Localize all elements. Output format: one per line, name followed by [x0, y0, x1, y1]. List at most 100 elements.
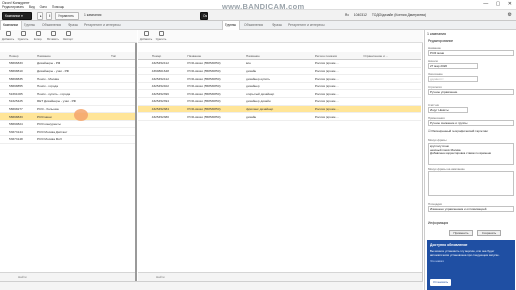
group-table-row[interactable]: 4325452402 РСЯ-связи (5585/0850) дизайнер Р… [138, 82, 421, 91]
delete-group-button[interactable]: Удалить [154, 31, 168, 41]
group-table-cell [138, 74, 151, 83]
start-date-input[interactable]: 27 мар 2020 [428, 63, 478, 69]
campaign-table-row[interactable]: 53673148 РСЯ Москва Моб [0, 135, 135, 144]
mid-tab-ads[interactable]: Объявления [242, 21, 268, 30]
menu-view[interactable]: Вид [29, 5, 35, 9]
add-campaign-button[interactable]: Добавить [1, 31, 15, 41]
pause-icon[interactable]: ‖ [46, 11, 52, 20]
campaign-table-cell: Поиск - купить - города [36, 89, 110, 99]
group-column-header[interactable]: Регион показов [313, 52, 363, 61]
whats-new-link[interactable]: Что нового [430, 259, 512, 263]
install-update-button[interactable]: Установить [430, 279, 452, 286]
menu-edit[interactable]: Редактировать [2, 5, 24, 9]
group-column-header[interactable] [138, 52, 151, 61]
placements-input[interactable]: Изменено управлением и оптимизацией [428, 206, 514, 212]
campaign-table-cell [110, 74, 135, 83]
plus-icon [143, 31, 149, 36]
counter-select[interactable]: Ищут Никиты [428, 107, 468, 113]
group-column-header[interactable]: Название [245, 52, 314, 61]
close-icon[interactable]: ✕ [508, 1, 512, 7]
campaigns-dropdown[interactable]: Кампании ▾ [2, 11, 32, 20]
mid-tab-phrases[interactable]: Фразы [270, 21, 284, 30]
strategy-select[interactable]: Ручное управление [428, 89, 514, 95]
campaign-table-row[interactable]: 58698277 РСЯ - большие [0, 105, 135, 114]
tab-campaigns[interactable]: Кампании [0, 21, 22, 30]
update-notification: Доступно обновление Вы можете установить… [427, 240, 515, 290]
tab-ads[interactable]: Объявления [40, 21, 64, 30]
campaign-column-header[interactable]: Номер [8, 52, 36, 61]
campaign-table-cell: 51661005 [8, 89, 36, 99]
campaign-table-cell [110, 105, 135, 114]
campaign-column-header[interactable]: Тип [110, 52, 135, 61]
left-search-footer[interactable]: Найти [0, 272, 135, 281]
group-table-row[interactable]: 4325452412 РСЯ-связи (5585/0850) все Россия… [138, 59, 421, 68]
user-name[interactable]: ТОДО/дизайн (Ксения Дмитриева) [372, 13, 426, 17]
save-button[interactable]: Сохранить [477, 230, 501, 236]
geo-targeting-checkbox[interactable]: ☑ Расширенный географический таргетинг [428, 129, 488, 133]
group-table-row[interactable]: 4325452380 РСЯ-связи (5585/0850) дизайн Рос… [138, 112, 421, 121]
campaign-table-row[interactable]: 58699824 РСЯ конкуренты [0, 120, 135, 129]
campaign-table-row[interactable]: 58696833 Дизайнеры - РФ [0, 59, 135, 68]
group-table-row[interactable]: 4325452412 РСЯ-связи (5585/0850) дизайнер-… [138, 74, 421, 83]
campaign-table-cell: Поиск - Москва [36, 74, 110, 83]
campaign-column-header[interactable] [0, 52, 8, 61]
copy-campaign-button[interactable]: Копир. [31, 31, 45, 41]
campaign-table-row[interactable]: 58698835 Поиск - Москва [0, 74, 135, 83]
campaign-table-row[interactable]: 51625425 RET Дизайнеры - узки - РФ [0, 97, 135, 106]
groups-table: Номер Название Название Регион показов Огран… [138, 52, 421, 121]
menu-window[interactable]: Окно [40, 5, 47, 9]
group-header-row: Номер Название Название Регион показов Огран… [138, 52, 421, 61]
group-table-row[interactable]: 4325452396 РСЯ-связи (5585/0850) открытый … [138, 89, 421, 99]
manage-button[interactable]: Управлять ▾ [55, 11, 79, 24]
notes-input[interactable]: Ручное снижение и группы [428, 120, 514, 126]
mid-tab-retargeting[interactable]: Ретаргетинг и интересы [286, 21, 341, 30]
maximize-icon[interactable]: ▢ [496, 1, 501, 7]
add-group-button[interactable]: Добавить [139, 31, 153, 41]
group-table-cell: 4325452384 [150, 105, 187, 114]
group-table-row[interactable]: 4325452384 РСЯ-связи (5585/0850) фриланс д… [138, 105, 421, 114]
menu-help[interactable]: Помощь [52, 5, 64, 9]
copy-icon [35, 31, 41, 36]
extra-phrases-input[interactable] [428, 171, 514, 196]
campaign-table-cell: 58698855 [8, 82, 36, 91]
campaign-table-row[interactable]: 53673144 РСЯ Москва Дистант [0, 127, 135, 137]
group-table-cell: Россия (кроме ... [313, 74, 363, 83]
group-table-row[interactable]: 4369801648 РСЯ-связи (5585/0850) дизайн Рос… [138, 67, 421, 76]
group-table-cell: дизайнер дизайн [245, 97, 314, 106]
tab-groups[interactable]: Группы [22, 21, 39, 30]
tab-retargeting[interactable]: Ретаргетинг и интересы [82, 21, 137, 30]
delete-campaign-button[interactable]: Удалить [16, 31, 30, 41]
group-column-header[interactable]: Ограничение и ... [362, 52, 421, 61]
campaign-table-row[interactable]: 51661005 Поиск - купить - города [0, 89, 135, 99]
campaign-table-cell [0, 67, 8, 76]
group-table-row[interactable]: 4325452394 РСЯ-связи (5585/0850) дизайнер … [138, 97, 421, 106]
campaign-table-row[interactable]: 58698855 Поиск - города [0, 82, 135, 91]
group-column-header[interactable]: Название [186, 52, 246, 61]
export-campaign-button[interactable]: Экспорт [61, 31, 75, 41]
campaign-table-row[interactable]: 58698833 РСЯ мини [0, 112, 135, 121]
campaign-table-cell: РСЯ мини [36, 112, 110, 121]
play-icon[interactable]: ▸ [37, 11, 43, 20]
minus-phrases-label: Минус-фразы [428, 138, 447, 142]
mid-tab-groups[interactable]: Группы [222, 21, 240, 30]
group-table-cell [362, 89, 421, 99]
group-table-cell: Россия (кроме ... [313, 82, 363, 91]
group-table-cell: фриланс дизайнер [245, 105, 314, 114]
mid-search-footer[interactable]: Найти [138, 272, 422, 281]
ok-button[interactable]: Ок [200, 11, 208, 20]
minus-phrases-input[interactable]: круглосуточно неясный поиск Москва Добав… [428, 143, 514, 165]
campaign-table-cell: РСЯ конкуренты [36, 120, 110, 129]
gear-icon[interactable]: ⚙ [508, 12, 512, 18]
apply-button[interactable]: Применить [449, 230, 473, 236]
minimize-icon[interactable]: — [483, 1, 488, 7]
paste-campaign-button[interactable]: Вставить [46, 31, 60, 41]
mid-panel-toolbar: Добавить Удалить [138, 30, 423, 43]
name-input[interactable]: РСЯ мини [428, 50, 514, 56]
group-column-header[interactable]: Номер [150, 52, 187, 61]
plus-icon [5, 31, 11, 36]
group-table-cell: дизайнер [245, 82, 314, 91]
campaign-table-row[interactable]: 58698810 Дизайнеры - узки - РФ [0, 67, 135, 76]
end-date-input[interactable]: дд.мм.гггг [428, 76, 478, 82]
tab-phrases[interactable]: Фразы [66, 21, 80, 30]
campaign-column-header[interactable]: Название [36, 52, 110, 61]
